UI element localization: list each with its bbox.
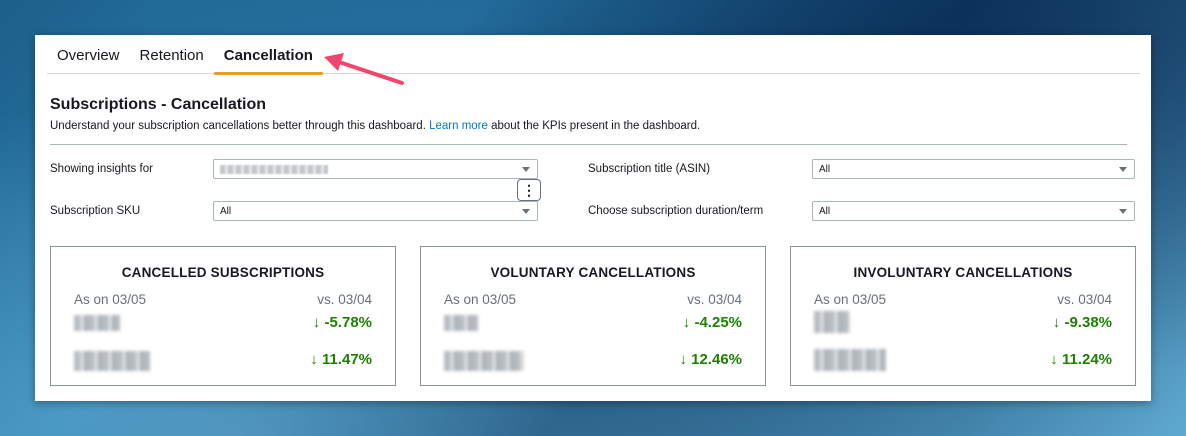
down-arrow-icon: ↓ bbox=[682, 314, 695, 331]
divider bbox=[50, 144, 1127, 145]
change-secondary: ↓ 11.47% bbox=[310, 351, 372, 368]
change-primary: ↓ -9.38% bbox=[1053, 314, 1112, 331]
subtitle-text-start: Understand your subscription cancellatio… bbox=[50, 120, 426, 132]
term-label: Choose subscription duration/term bbox=[588, 205, 764, 217]
redacted-value bbox=[220, 164, 328, 174]
kebab-menu-icon[interactable]: ⋮ bbox=[517, 179, 541, 201]
tab-bar: Overview Retention Cancellation bbox=[47, 35, 1140, 75]
down-arrow-icon: ↓ bbox=[312, 314, 325, 331]
as-of-date: As on 03/05 bbox=[74, 292, 147, 307]
term-select-value: All bbox=[819, 205, 831, 217]
kpi-card-voluntary: VOLUNTARY CANCELLATIONS As on 03/05 vs. … bbox=[420, 246, 766, 386]
comparison-date: vs. 03/04 bbox=[317, 292, 372, 307]
redacted-value bbox=[814, 349, 886, 371]
chevron-down-icon bbox=[522, 209, 530, 214]
learn-more-link[interactable]: Learn more bbox=[429, 120, 488, 132]
down-arrow-icon: ↓ bbox=[1052, 314, 1065, 331]
change-secondary-value: 11.24% bbox=[1061, 351, 1112, 368]
asin-label: Subscription title (ASIN) bbox=[588, 163, 711, 175]
change-primary-value: -5.78% bbox=[324, 314, 372, 331]
sku-select[interactable]: All bbox=[213, 201, 538, 221]
redacted-value bbox=[814, 311, 850, 333]
comparison-date: vs. 03/04 bbox=[687, 292, 742, 307]
sku-label: Subscription SKU bbox=[50, 205, 141, 217]
subtitle-text-end: about the KPIs present in the dashboard. bbox=[491, 120, 701, 132]
chevron-down-icon bbox=[1119, 209, 1127, 214]
redacted-value bbox=[444, 315, 478, 331]
change-secondary: ↓ 11.24% bbox=[1050, 351, 1112, 368]
change-secondary-value: 12.46% bbox=[691, 351, 742, 368]
asin-select-value: All bbox=[819, 163, 831, 175]
annotation-arrow-icon bbox=[324, 53, 404, 85]
insights-select[interactable] bbox=[213, 159, 538, 179]
tab-cancellation[interactable]: Cancellation bbox=[213, 47, 324, 75]
down-arrow-icon: ↓ bbox=[310, 351, 322, 368]
change-secondary-value: 11.47% bbox=[321, 351, 372, 368]
change-primary: ↓ -5.78% bbox=[313, 314, 372, 331]
chevron-down-icon bbox=[522, 167, 530, 172]
term-select[interactable]: All bbox=[812, 201, 1135, 221]
tab-retention[interactable]: Retention bbox=[130, 47, 214, 73]
kpi-card-cancelled: CANCELLED SUBSCRIPTIONS As on 03/05 vs. … bbox=[50, 246, 396, 386]
card-title: INVOLUNTARY CANCELLATIONS bbox=[853, 265, 1073, 280]
asin-select[interactable]: All bbox=[812, 159, 1135, 179]
down-arrow-icon: ↓ bbox=[679, 351, 692, 368]
as-of-date: As on 03/05 bbox=[444, 292, 517, 307]
redacted-value bbox=[74, 315, 120, 331]
insights-label: Showing insights for bbox=[50, 163, 153, 175]
chevron-down-icon bbox=[1119, 167, 1127, 172]
page-title: Subscriptions - Cancellation bbox=[50, 96, 267, 113]
down-arrow-icon: ↓ bbox=[1050, 351, 1062, 368]
tab-overview[interactable]: Overview bbox=[47, 47, 130, 73]
kpi-card-involuntary: INVOLUNTARY CANCELLATIONS As on 03/05 vs… bbox=[790, 246, 1136, 386]
card-title: CANCELLED SUBSCRIPTIONS bbox=[121, 265, 325, 280]
sku-select-value: All bbox=[220, 205, 232, 217]
change-primary-value: -9.38% bbox=[1064, 314, 1112, 331]
change-primary-value: -4.25% bbox=[694, 314, 742, 331]
change-primary: ↓ -4.25% bbox=[683, 314, 742, 331]
comparison-date: vs. 03/04 bbox=[1057, 292, 1112, 307]
card-title: VOLUNTARY CANCELLATIONS bbox=[490, 265, 696, 280]
dashboard-window: Overview Retention Cancellation Subscrip… bbox=[35, 35, 1151, 401]
redacted-value bbox=[74, 351, 150, 371]
change-secondary: ↓ 12.46% bbox=[679, 351, 742, 368]
as-of-date: As on 03/05 bbox=[814, 292, 887, 307]
redacted-value bbox=[444, 351, 524, 371]
page-subtitle: Understand your subscription cancellatio… bbox=[50, 120, 700, 132]
